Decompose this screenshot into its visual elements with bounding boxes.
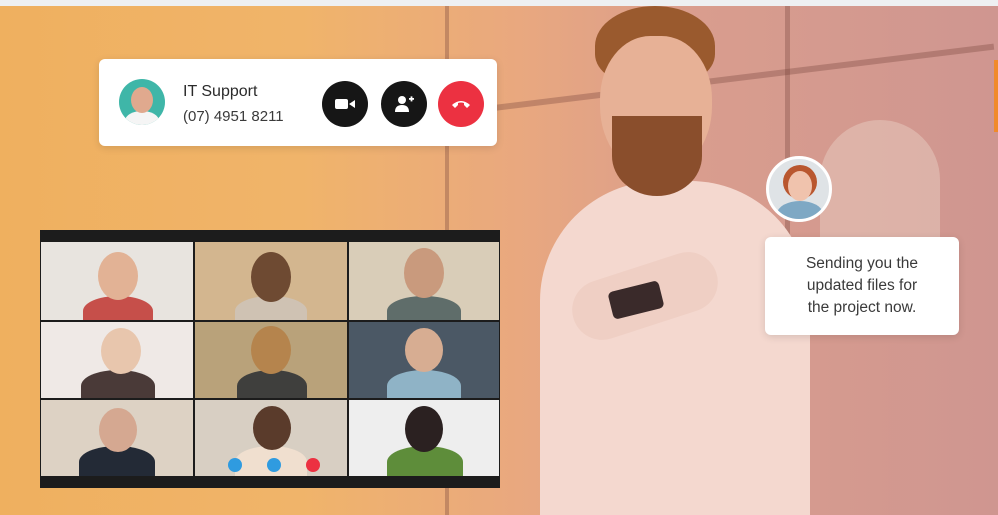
man-torso xyxy=(540,181,810,515)
add-participant-button[interactable] xyxy=(381,81,427,127)
video-camera-icon[interactable] xyxy=(267,458,281,472)
sender-avatar xyxy=(766,156,832,222)
participant-tile[interactable] xyxy=(195,322,347,398)
participant-tile[interactable] xyxy=(349,400,499,476)
contact-phone: (07) 4951 8211 xyxy=(183,108,284,125)
phone-hangup-icon xyxy=(452,101,470,108)
mic-icon[interactable] xyxy=(228,458,242,472)
participant-tile[interactable] xyxy=(41,400,193,476)
participant-tile[interactable] xyxy=(349,322,499,398)
chat-line: updated files for xyxy=(806,277,918,294)
hero-banner: IT Support (07) 4951 8211 Sending you th… xyxy=(0,0,998,515)
participant-tile[interactable] xyxy=(195,400,347,476)
participant-tile[interactable] xyxy=(349,242,499,320)
accent-strip xyxy=(994,60,998,132)
video-button[interactable] xyxy=(322,81,368,127)
contact-avatar xyxy=(119,79,165,125)
call-card: IT Support (07) 4951 8211 xyxy=(99,59,497,146)
add-user-icon xyxy=(395,96,414,112)
participant-tile[interactable] xyxy=(195,242,347,320)
chat-message-text: Sending you the updated files for the pr… xyxy=(765,253,959,319)
video-camera-icon xyxy=(335,99,355,109)
end-call-button[interactable] xyxy=(438,81,484,127)
chat-line: the project now. xyxy=(807,299,917,316)
end-call-icon[interactable] xyxy=(306,458,320,472)
participant-tile[interactable] xyxy=(41,242,193,320)
video-conference-grid xyxy=(40,230,500,488)
chat-line: Sending you the xyxy=(805,255,919,272)
contact-name: IT Support xyxy=(183,83,258,100)
man-beard xyxy=(612,116,702,196)
participant-tile[interactable] xyxy=(41,322,193,398)
chat-message-bubble: Sending you the updated files for the pr… xyxy=(765,237,959,335)
